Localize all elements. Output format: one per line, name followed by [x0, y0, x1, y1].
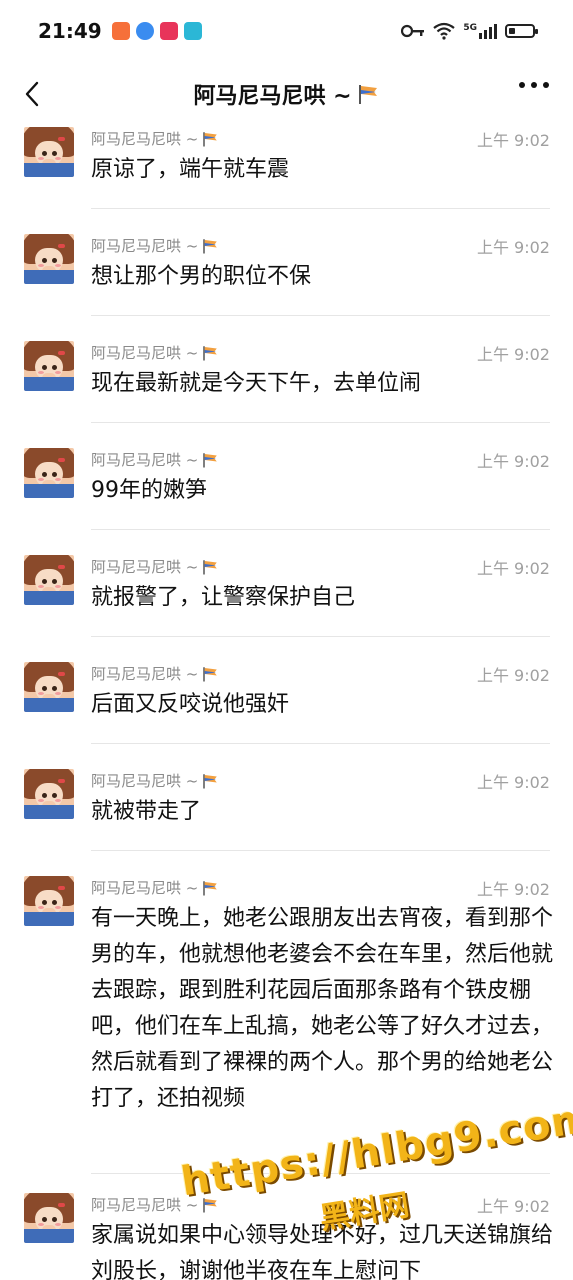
sender-name: 阿马尼马尼哄 ~ [91, 449, 219, 470]
divider [91, 850, 550, 851]
back-button[interactable] [14, 76, 50, 112]
flag-icon [203, 559, 218, 574]
status-time: 21:49 [38, 19, 102, 43]
message-time: 上午 9:02 [476, 238, 550, 257]
message-time: 上午 9:02 [476, 559, 550, 578]
avatar[interactable] [24, 876, 74, 926]
avatar[interactable] [24, 769, 74, 819]
sender-name: 阿马尼马尼哄 ~ [91, 663, 219, 684]
sender-name: 阿马尼马尼哄 ~ [91, 1194, 219, 1215]
message-time: 上午 9:02 [476, 880, 550, 899]
sender-name: 阿马尼马尼哄 ~ [91, 556, 219, 577]
more-icon [519, 82, 525, 88]
avatar[interactable] [24, 341, 74, 391]
book-app-icon [183, 22, 202, 40]
notification-icons [111, 22, 202, 40]
divider [91, 636, 550, 637]
flag-icon [358, 85, 377, 104]
flag-icon [203, 452, 218, 467]
sender-name: 阿马尼马尼哄 ~ [91, 128, 219, 149]
flag-icon [203, 1197, 218, 1212]
message-time: 上午 9:02 [476, 345, 550, 364]
message-text: 99年的嫩笋 [91, 478, 207, 503]
flag-icon [203, 773, 218, 788]
divider [91, 1173, 550, 1174]
divider [91, 422, 550, 423]
message-text: 想让那个男的职位不保 [91, 264, 312, 289]
sender-name-text: 阿马尼马尼哄 ~ [91, 344, 199, 362]
avatar[interactable] [24, 127, 74, 177]
blue-drop-app-icon [135, 22, 154, 40]
sender-name-text: 阿马尼马尼哄 ~ [91, 772, 199, 790]
sender-name: 阿马尼马尼哄 ~ [91, 235, 219, 256]
sender-name-text: 阿马尼马尼哄 ~ [91, 558, 199, 576]
key-icon [401, 24, 425, 38]
avatar[interactable] [24, 555, 74, 605]
sender-name: 阿马尼马尼哄 ~ [91, 342, 219, 363]
avatar[interactable] [24, 662, 74, 712]
message-text: 就报警了，让警察保护自己 [91, 585, 356, 610]
battery-icon [505, 24, 538, 38]
divider [91, 208, 550, 209]
sender-name-text: 阿马尼马尼哄 ~ [91, 237, 199, 255]
message-text: 原谅了，端午就车震 [91, 157, 290, 182]
divider [91, 315, 550, 316]
message-text: 就被带走了 [91, 799, 202, 824]
sender-name-text: 阿马尼马尼哄 ~ [91, 665, 199, 683]
message-time: 上午 9:02 [476, 452, 550, 471]
message-text: 现在最新就是今天下午，去单位闹 [91, 371, 422, 396]
message-time: 上午 9:02 [476, 1197, 550, 1216]
play-app-icon [159, 22, 178, 40]
wifi-icon [433, 22, 456, 40]
message-text: 有一天晚上，她老公跟朋友出去宵夜，看到那个男的车，他就想他老婆会不会在车里，然后… [91, 906, 554, 1111]
heart-app-icon [111, 22, 130, 40]
flag-icon [203, 238, 218, 253]
message-time: 上午 9:02 [476, 666, 550, 685]
more-options-button[interactable] [519, 82, 549, 88]
network-label: 5G [463, 22, 477, 33]
message-text: 家属说如果中心领导处理不好，过几天送锦旗给刘股长，谢谢他半夜在车上慰问下 [91, 1223, 554, 1280]
sender-name: 阿马尼马尼哄 ~ [91, 770, 219, 791]
chat-header: 阿马尼马尼哄 ~ [0, 62, 573, 126]
chevron-left-icon [25, 81, 39, 107]
flag-icon [203, 880, 218, 895]
divider [91, 743, 550, 744]
title-text: 阿马尼马尼哄 ~ [193, 84, 352, 109]
flag-icon [203, 131, 218, 146]
message-list: 阿马尼马尼哄 ~ 上午 9:02 原谅了，端午就车震 阿马尼马尼哄 ~ 上午 9:02 想… [0, 126, 573, 1280]
flag-icon [203, 666, 218, 681]
avatar[interactable] [24, 1193, 74, 1243]
sender-name: 阿马尼马尼哄 ~ [91, 877, 219, 898]
avatar[interactable] [24, 448, 74, 498]
page-title: 阿马尼马尼哄 ~ [193, 78, 379, 110]
divider [91, 529, 550, 530]
sender-name-text: 阿马尼马尼哄 ~ [91, 130, 199, 148]
system-icons: 5G [401, 22, 538, 40]
message-text: 后面又反咬说他强奸 [91, 692, 290, 717]
message-time: 上午 9:02 [476, 773, 550, 792]
sender-name-text: 阿马尼马尼哄 ~ [91, 879, 199, 897]
message-time: 上午 9:02 [476, 131, 550, 150]
signal-icon: 5G [463, 22, 497, 39]
sender-name-text: 阿马尼马尼哄 ~ [91, 1196, 199, 1214]
sender-name-text: 阿马尼马尼哄 ~ [91, 451, 199, 469]
status-bar: 21:49 5G [0, 0, 573, 62]
flag-icon [203, 345, 218, 360]
avatar[interactable] [24, 234, 74, 284]
